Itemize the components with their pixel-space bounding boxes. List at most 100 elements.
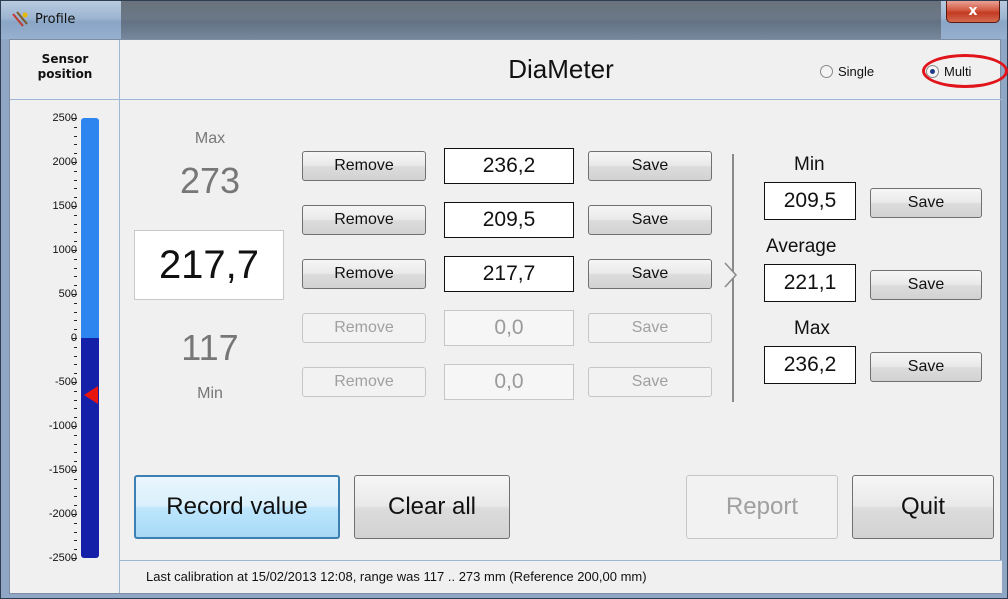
scale-tick: [74, 540, 77, 542]
scale-tick: [74, 496, 77, 498]
scale-tick: [74, 223, 77, 225]
close-button[interactable]: x: [946, 1, 1000, 23]
remove-button[interactable]: Remove: [302, 151, 426, 181]
scale-tick: [74, 276, 77, 278]
mode-single-radio[interactable]: Single: [820, 64, 874, 79]
save-average-button[interactable]: Save: [870, 270, 982, 300]
clear-all-button[interactable]: Clear all: [354, 475, 510, 539]
status-bar: Last calibration at 15/02/2013 12:08, ra…: [120, 560, 1002, 593]
min-label: Min: [197, 385, 223, 402]
scale-tick: [74, 197, 77, 199]
max-label: Max: [194, 130, 226, 147]
scale-tick: [74, 214, 77, 216]
measurement-value: 0,0: [444, 364, 574, 400]
app-icon: [12, 11, 28, 27]
stat-max-value: 236,2: [764, 346, 856, 384]
scale-tick: [74, 144, 77, 146]
scale-tick: [74, 267, 77, 269]
scale-tick: [72, 514, 77, 515]
remove-button[interactable]: Remove: [302, 259, 426, 289]
scale-tick: [74, 364, 77, 366]
scale-tick: [74, 188, 77, 190]
profile-window: Profile x Sensor position 2500 2000 1500 10…: [0, 0, 1008, 599]
scale-tick: [72, 206, 77, 207]
scale-tick: [74, 311, 77, 313]
scale-tick: [74, 355, 77, 357]
scale-tick: [72, 470, 77, 471]
scale-tick: [74, 390, 77, 392]
title-bar-background: [121, 1, 941, 39]
measurement-value: 236,2: [444, 148, 574, 184]
scale-tick: [72, 250, 77, 251]
scale-tick: [74, 241, 77, 243]
client-area: Sensor position 25002000150010005000-500…: [9, 39, 1008, 594]
title-bar[interactable]: Profile x: [1, 1, 1007, 39]
app-header: DiaMeter Single Multi: [120, 40, 1008, 100]
scale-tick: [74, 285, 77, 287]
min-value: 117: [181, 327, 239, 368]
scale-tick: [72, 162, 77, 163]
sensor-position-panel: Sensor position 25002000150010005000-500…: [10, 40, 120, 593]
remove-button[interactable]: Remove: [302, 367, 426, 397]
stat-min-label: Min: [794, 154, 825, 175]
scale-tick: [74, 434, 77, 436]
remove-button[interactable]: Remove: [302, 205, 426, 235]
scale-tick: [74, 505, 77, 507]
scale-tick: [74, 373, 77, 375]
stat-average-label: Average: [766, 236, 837, 257]
sensor-position-title: Sensor position: [10, 40, 120, 100]
sensor-title-line1: Sensor: [41, 52, 89, 66]
scale-tick: [74, 346, 77, 348]
measurement-value: 217,7: [444, 256, 574, 292]
scale-tick: [74, 531, 77, 533]
save-button[interactable]: Save: [588, 205, 712, 235]
scale-tick: [74, 417, 77, 419]
highlight-circle: [922, 54, 1008, 88]
scale-tick: [74, 232, 77, 234]
save-max-button[interactable]: Save: [870, 352, 982, 382]
scale-tick: [72, 382, 77, 383]
quit-button[interactable]: Quit: [852, 475, 994, 539]
scale-tick: [74, 179, 77, 181]
scale-tick: [74, 135, 77, 137]
scale-tick: [74, 443, 77, 445]
scale-tick: [74, 522, 77, 524]
stat-min-value: 209,5: [764, 182, 856, 220]
scale-tick: [72, 294, 77, 295]
mode-single-label: Single: [838, 64, 875, 79]
measurement-value: 0,0: [444, 310, 574, 346]
scale-tick: [72, 558, 77, 559]
scale-tick: [74, 461, 77, 463]
scale-tick: [74, 329, 77, 331]
save-button[interactable]: Save: [588, 313, 712, 343]
save-button[interactable]: Save: [588, 151, 712, 181]
scale-tick: [74, 478, 77, 480]
scale-tick: [72, 426, 77, 427]
save-min-button[interactable]: Save: [870, 188, 982, 218]
sensor-title-line2: position: [37, 67, 93, 81]
save-button[interactable]: Save: [588, 367, 712, 397]
scale-tick: [74, 487, 77, 489]
scale-tick: [74, 399, 77, 401]
remove-button[interactable]: Remove: [302, 313, 426, 343]
scale-tick: [74, 452, 77, 454]
scale-tick: [74, 408, 77, 410]
sensor-bar-lower: [81, 338, 99, 558]
max-value: 273: [179, 160, 241, 201]
save-button[interactable]: Save: [588, 259, 712, 289]
sensor-position-marker: [84, 386, 98, 405]
scale-tick: [74, 170, 77, 172]
sensor-scale: 25002000150010005000-500-1000-1500-2000-…: [10, 112, 120, 564]
window-title: Profile: [35, 12, 76, 27]
report-button[interactable]: Report: [686, 475, 838, 539]
stat-max-label: Max: [794, 318, 830, 339]
radio-single-indicator: [820, 65, 833, 78]
measurement-value: 209,5: [444, 202, 574, 238]
scale-tick: [74, 258, 77, 260]
current-value-display: 217,7: [134, 230, 284, 300]
record-value-button[interactable]: Record value: [134, 475, 340, 539]
scale-tick: [74, 126, 77, 128]
scale-tick: [74, 302, 77, 304]
sensor-bar-upper: [81, 118, 99, 338]
sensor-bar: [81, 118, 99, 558]
